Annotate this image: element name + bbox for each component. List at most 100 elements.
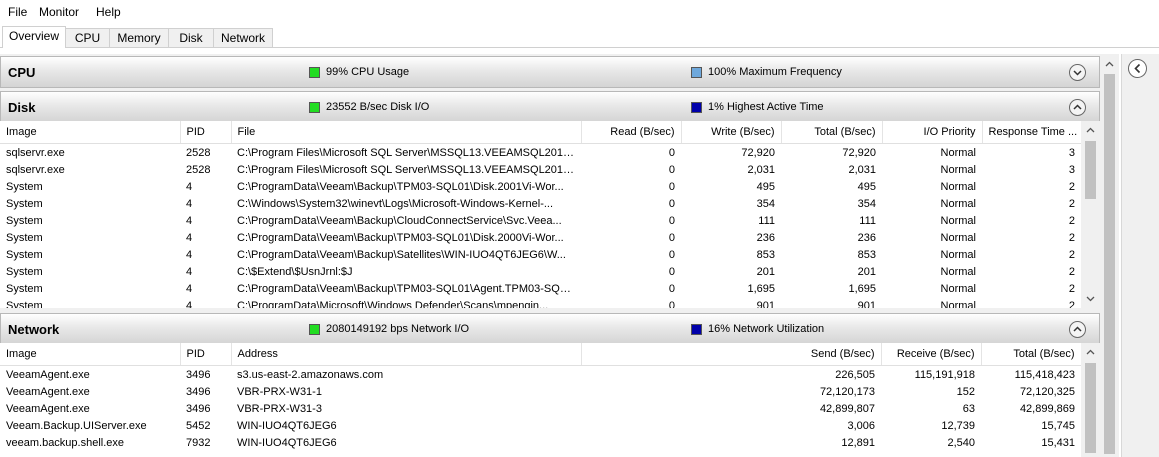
table-row[interactable]: System 4 C:\ProgramData\Microsoft\Windows …	[0, 297, 1081, 309]
cpu-section-title: CPU	[8, 65, 36, 80]
menu-help[interactable]: Help	[96, 5, 121, 19]
table-row[interactable]: System 4 C:\ProgramData\Veeam\Backup\Satel…	[0, 246, 1081, 263]
table-cell: 15,431	[1041, 436, 1075, 449]
table-row[interactable]: VeeamAgent.exe 3496 s3.us-east-2.amazonaws…	[0, 366, 1081, 384]
table-row[interactable]: System 4 C:\Windows\System32\winevt\Logs\M…	[0, 195, 1081, 212]
table-cell: 2	[1068, 180, 1075, 193]
scroll-up-arrow-icon[interactable]	[1085, 125, 1096, 136]
table-row[interactable]: System 4 C:\ProgramData\Veeam\Backup\TPM03…	[0, 280, 1081, 297]
table-cell: 72,120,173	[819, 385, 875, 398]
table-cell: 2,031	[848, 163, 876, 176]
table-cell: System	[6, 248, 43, 261]
disk-active-time-stat: 1% Highest Active Time	[708, 101, 824, 113]
table-cell: 3	[1068, 146, 1075, 159]
table-cell: C:\ProgramData\Veeam\Backup\TPM03-SQL01\…	[237, 180, 564, 193]
scroll-down-arrow-icon[interactable]	[1085, 293, 1096, 304]
table-cell: 115,191,918	[914, 368, 975, 381]
chevron-left-icon	[1134, 63, 1141, 74]
table-cell: 0	[668, 197, 675, 210]
table-cell: 3	[1068, 163, 1075, 176]
overview-panel: CPU 99% CPU Usage 100% Maximum Frequency…	[0, 54, 1100, 457]
tab-cpu[interactable]: CPU	[65, 28, 110, 47]
column-header-response-time[interactable]: Response Time ...	[982, 121, 1082, 144]
disk-table-scrollbar[interactable]	[1081, 121, 1100, 308]
network-section-header[interactable]: Network 2080149192 bps Network I/O 16% N…	[0, 313, 1100, 345]
table-cell: sqlservr.exe	[6, 146, 65, 159]
table-row[interactable]: Veeam.Backup.UIServer.exe 5452 WIN-IUO4QT6…	[0, 417, 1081, 434]
tab-memory[interactable]: Memory	[109, 28, 169, 47]
column-header-total[interactable]: Total (B/sec)	[981, 343, 1082, 366]
column-header-pid[interactable]: PID	[180, 121, 232, 144]
table-row[interactable]: sqlservr.exe 2528 C:\Program Files\Microso…	[0, 161, 1081, 178]
table-cell: C:\$Extend\$UsnJrnl:$J	[237, 265, 353, 278]
column-header-file[interactable]: File	[231, 121, 582, 144]
network-table-header: Image PID Address Send (B/sec) Receive (…	[0, 343, 1082, 366]
column-header-image[interactable]: Image	[0, 343, 181, 366]
column-header-pid[interactable]: PID	[180, 343, 232, 366]
column-header-receive[interactable]: Receive (B/sec)	[881, 343, 982, 366]
table-cell: 4	[186, 231, 193, 244]
tab-network[interactable]: Network	[213, 28, 273, 47]
column-header-send[interactable]: Send (B/sec)	[581, 343, 882, 366]
table-cell: C:\ProgramData\Veeam\Backup\TPM03-SQL01\…	[237, 231, 564, 244]
table-row[interactable]: System 4 C:\ProgramData\Veeam\Backup\TPM03…	[0, 229, 1081, 246]
table-cell: Normal	[940, 146, 976, 159]
table-cell: 152	[956, 385, 975, 398]
scroll-up-arrow-icon[interactable]	[1104, 59, 1115, 70]
menu-file[interactable]: File	[8, 5, 27, 19]
table-row[interactable]: System 4 C:\ProgramData\Veeam\Backup\TPM03…	[0, 178, 1081, 195]
table-row[interactable]: System 4 C:\$Extend\$UsnJrnl:$J 0 201 201 Norm…	[0, 263, 1081, 280]
column-header-image[interactable]: Image	[0, 121, 181, 144]
main-scroll-thumb[interactable]	[1104, 74, 1115, 454]
cpu-section-header[interactable]: CPU 99% CPU Usage 100% Maximum Frequency	[0, 56, 1100, 88]
chevron-down-icon	[1073, 70, 1082, 76]
table-cell: veeam.backup.shell.exe	[6, 436, 125, 449]
table-row[interactable]: VeeamAgent.exe 3496 VBR-PRX-W31-1 72,120,17…	[0, 383, 1081, 400]
tab-disk[interactable]: Disk	[168, 28, 214, 47]
scroll-up-arrow-icon[interactable]	[1085, 347, 1096, 358]
network-collapse-button[interactable]	[1069, 321, 1086, 338]
menu-monitor[interactable]: Monitor	[39, 5, 79, 19]
disk-collapse-button[interactable]	[1069, 99, 1086, 116]
table-cell: VBR-PRX-W31-3	[237, 402, 322, 415]
column-header-read[interactable]: Read (B/sec)	[581, 121, 682, 144]
table-cell: 1,695	[848, 282, 876, 295]
table-cell: 4	[186, 197, 193, 210]
table-cell: 3496	[186, 368, 211, 381]
network-io-stat: 2080149192 bps Network I/O	[326, 323, 470, 335]
main-scrollbar[interactable]	[1100, 54, 1119, 457]
column-header-write[interactable]: Write (B/sec)	[681, 121, 782, 144]
disk-section-header[interactable]: Disk 23552 B/sec Disk I/O 1% Highest Act…	[0, 91, 1100, 123]
table-cell: VeeamAgent.exe	[6, 368, 90, 381]
table-cell: WIN-IUO4QT6JEG6	[237, 436, 337, 449]
table-row[interactable]: sqlservr.exe 2528 C:\Program Files\Microso…	[0, 144, 1081, 162]
column-header-address[interactable]: Address	[231, 343, 582, 366]
table-cell: 4	[186, 265, 193, 278]
table-cell: 4	[186, 214, 193, 227]
network-scroll-thumb[interactable]	[1085, 363, 1096, 453]
table-cell: 0	[668, 163, 675, 176]
network-table-scrollbar[interactable]	[1081, 343, 1100, 457]
tab-overview[interactable]: Overview	[2, 26, 66, 48]
disk-active-time-swatch	[691, 102, 702, 113]
table-row[interactable]: veeam.backup.shell.exe 7932 WIN-IUO4QT6JEG…	[0, 434, 1081, 451]
column-header-total[interactable]: Total (B/sec)	[781, 121, 883, 144]
table-cell: VBR-PRX-W31-1	[237, 385, 322, 398]
disk-scroll-thumb[interactable]	[1085, 141, 1096, 199]
table-cell: 4	[186, 299, 193, 309]
table-cell: C:\ProgramData\Veeam\Backup\CloudConnect…	[237, 214, 562, 227]
show-graphs-button[interactable]	[1128, 59, 1147, 78]
table-cell: s3.us-east-2.amazonaws.com	[237, 368, 384, 381]
column-header-io-priority[interactable]: I/O Priority	[882, 121, 983, 144]
table-cell: 72,920	[842, 146, 876, 159]
table-cell: 201	[756, 265, 775, 278]
cpu-expand-button[interactable]	[1069, 64, 1086, 81]
table-row[interactable]: VeeamAgent.exe 3496 VBR-PRX-W31-3 42,899,80…	[0, 400, 1081, 417]
table-cell: 236	[756, 231, 775, 244]
table-cell: System	[6, 180, 43, 193]
table-cell: 2	[1068, 248, 1075, 261]
table-cell: Normal	[940, 180, 976, 193]
network-io-swatch	[309, 324, 320, 335]
table-cell: 1,695	[747, 282, 775, 295]
table-row[interactable]: System 4 C:\ProgramData\Veeam\Backup\Cloud…	[0, 212, 1081, 229]
